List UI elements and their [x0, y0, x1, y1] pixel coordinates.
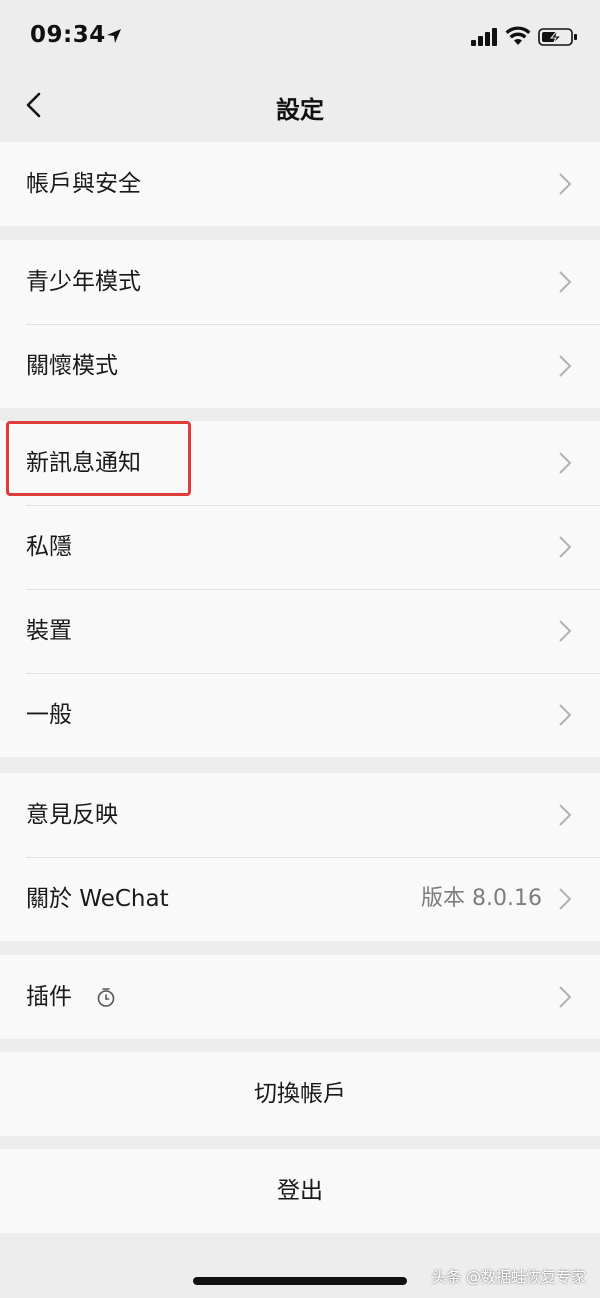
watermark: 头条 @数据蛙恢复专家	[431, 1268, 586, 1286]
highlight-annotation	[6, 421, 191, 496]
settings-group-about: 意見反映 關於 WeChat 版本 8.0.16	[0, 773, 600, 941]
nav-bar: 設定	[0, 70, 600, 142]
status-bar: 09:34	[0, 0, 600, 70]
switch-account-label: 切換帳戶	[254, 1081, 346, 1107]
row-devices[interactable]: 裝置	[0, 589, 600, 673]
logout-label: 登出	[277, 1178, 323, 1204]
row-care-mode[interactable]: 關懷模式	[0, 324, 600, 408]
stopwatch-icon	[97, 988, 115, 1007]
battery-charging-icon	[538, 28, 577, 46]
row-label: 私隱	[26, 534, 72, 560]
chevron-right-icon	[559, 888, 572, 910]
version-value: 版本 8.0.16	[421, 886, 542, 911]
location-arrow-icon	[107, 29, 121, 43]
chevron-right-icon	[559, 704, 572, 726]
chevron-right-icon	[559, 271, 572, 293]
row-label: 插件	[26, 984, 72, 1010]
row-label: 青少年模式	[26, 269, 141, 295]
chevron-right-icon	[559, 536, 572, 558]
chevron-right-icon	[559, 804, 572, 826]
status-time: 09:34	[30, 22, 106, 48]
row-label: 裝置	[26, 618, 72, 644]
row-about-wechat[interactable]: 關於 WeChat 版本 8.0.16	[0, 857, 600, 941]
row-label: 意見反映	[26, 802, 118, 828]
row-label: 一般	[26, 702, 72, 728]
row-feedback[interactable]: 意見反映	[0, 773, 600, 857]
row-label: 關於 WeChat	[26, 886, 169, 912]
settings-group-account: 帳戶與安全	[0, 142, 600, 226]
row-youth-mode[interactable]: 青少年模式	[0, 240, 600, 324]
logout-group: 登出	[0, 1149, 600, 1233]
logout-button[interactable]: 登出	[0, 1149, 600, 1233]
chevron-right-icon	[559, 986, 572, 1008]
chevron-right-icon	[559, 452, 572, 474]
home-indicator[interactable]	[193, 1277, 407, 1285]
switch-account-group: 切換帳戶	[0, 1052, 600, 1136]
page-title: 設定	[276, 96, 324, 124]
settings-group-modes: 青少年模式 關懷模式	[0, 240, 600, 408]
switch-account-button[interactable]: 切換帳戶	[0, 1052, 600, 1136]
settings-group-plugins: 插件	[0, 955, 600, 1039]
chevron-right-icon	[559, 620, 572, 642]
chevron-right-icon	[559, 355, 572, 377]
row-general[interactable]: 一般	[0, 673, 600, 757]
row-account-security[interactable]: 帳戶與安全	[0, 142, 600, 226]
wifi-icon	[505, 26, 531, 45]
row-label: 帳戶與安全	[26, 171, 141, 197]
row-label: 關懷模式	[26, 353, 118, 379]
signal-icon	[471, 28, 497, 46]
row-privacy[interactable]: 私隱	[0, 505, 600, 589]
chevron-right-icon	[559, 173, 572, 195]
row-plugins[interactable]: 插件	[0, 955, 600, 1039]
